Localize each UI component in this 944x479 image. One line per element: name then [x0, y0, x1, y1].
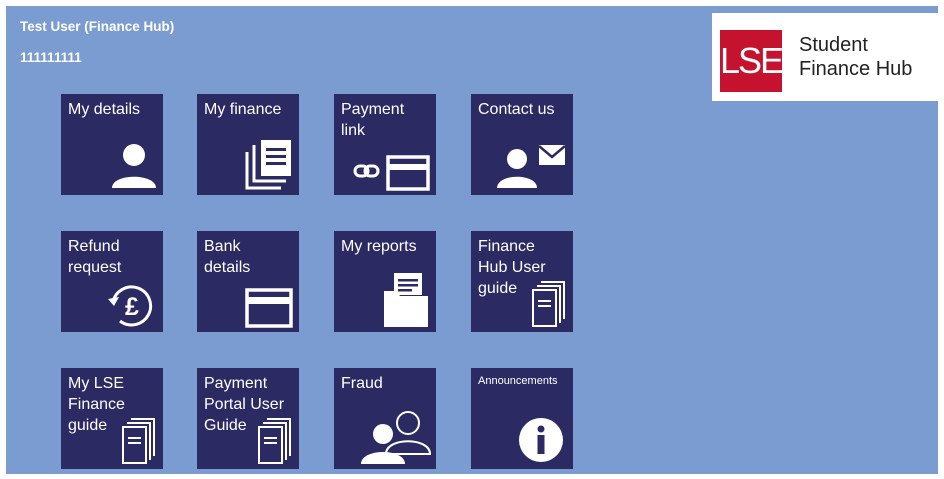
guide-documents-icon — [122, 418, 155, 464]
lse-logo-mark: LSE — [720, 30, 784, 92]
guide-documents-icon — [258, 418, 291, 464]
document-icon — [245, 140, 291, 190]
tile-my-details[interactable]: My details — [61, 94, 163, 195]
user-name: Test User (Finance Hub) — [20, 19, 175, 34]
tile-label: Payment link — [341, 101, 405, 139]
tile-label: Bank details — [204, 238, 251, 276]
user-id: 111111111 — [20, 50, 82, 65]
tile-label: My reports — [341, 238, 417, 255]
refund-pound-icon: £ — [108, 285, 153, 327]
tile-label: Announcements — [478, 375, 558, 387]
finance-hub-page: Test User (Finance Hub) 111111111 LSE St… — [6, 6, 938, 474]
person-mail-icon — [497, 145, 566, 188]
tile-label: Contact us — [478, 101, 555, 118]
tile-payment-link[interactable]: Payment link — [334, 94, 436, 195]
tile-my-finance[interactable]: My finance — [197, 94, 299, 195]
tile-fraud[interactable]: Fraud — [334, 368, 436, 469]
tile-refund-request[interactable]: Refund request £ — [61, 231, 163, 332]
tile-finance-hub-user-guide[interactable]: Finance Hub User guide — [471, 231, 573, 332]
bank-card-icon — [245, 288, 293, 328]
link-card-icon — [353, 155, 430, 191]
logo-title: Student Finance Hub — [799, 33, 912, 81]
svg-text:£: £ — [125, 293, 139, 321]
logo-line-2: Finance Hub — [799, 58, 913, 80]
tile-label: Fraud — [341, 375, 383, 392]
tile-my-reports[interactable]: My reports — [334, 231, 436, 332]
logo-line-1: Student — [799, 34, 868, 56]
tile-my-lse-finance-guide[interactable]: My LSE Finance guide — [61, 368, 163, 469]
person-icon — [112, 144, 156, 188]
tile-label: Refund request — [68, 238, 122, 276]
tile-payment-portal-user-guide[interactable]: Payment Portal User Guide — [197, 368, 299, 469]
lse-logo: LSE Student Finance Hub — [712, 13, 938, 101]
tile-announcements[interactable]: Announcements — [471, 368, 573, 469]
folder-report-icon — [384, 273, 428, 327]
people-icon — [361, 411, 432, 464]
tile-bank-details[interactable]: Bank details — [197, 231, 299, 332]
tile-label: My finance — [204, 101, 282, 118]
guide-documents-icon — [532, 281, 565, 327]
tile-label: My details — [68, 101, 141, 118]
info-icon — [519, 418, 563, 462]
tile-contact-us[interactable]: Contact us — [471, 94, 573, 195]
